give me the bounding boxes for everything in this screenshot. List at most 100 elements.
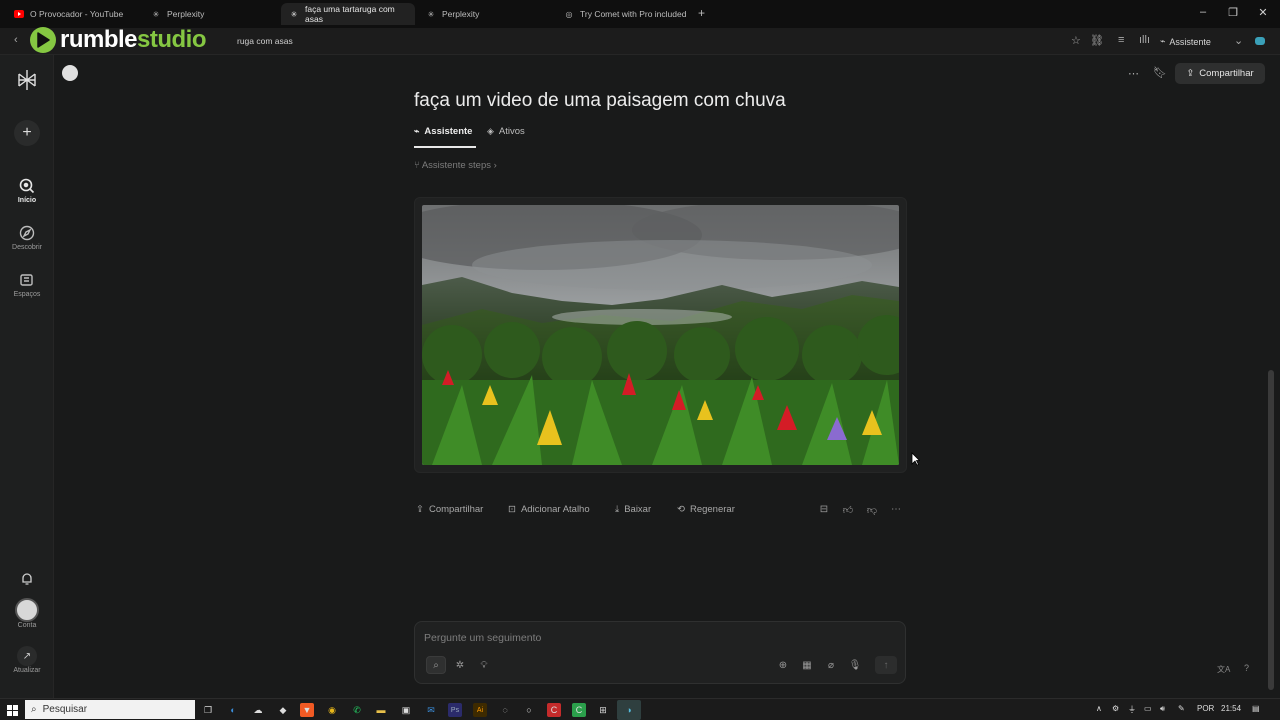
taskbar-search[interactable]: ⌕ Pesquisar bbox=[25, 700, 195, 719]
youtube-icon bbox=[14, 9, 24, 19]
chrome-icon[interactable]: ◉ bbox=[325, 703, 339, 717]
search-mode-icon[interactable]: ⌕ bbox=[426, 656, 446, 674]
tab-label: Try Comet with Pro included bbox=[580, 9, 687, 19]
rumble-play-icon bbox=[30, 27, 56, 53]
thumbs-down-icon[interactable]: 👎︎ bbox=[865, 504, 879, 516]
illustrator-icon[interactable]: Ai bbox=[473, 703, 487, 717]
photoshop-icon[interactable]: Ps bbox=[448, 703, 462, 717]
tab-perplexity-2[interactable]: ✳ Perplexity bbox=[418, 3, 554, 25]
edge-icon[interactable]: ◐ bbox=[226, 703, 240, 717]
labs-lightbulb-icon[interactable]: 💡︎ bbox=[474, 656, 494, 674]
pen-icon[interactable]: ✎ bbox=[1178, 704, 1185, 713]
perplexity-logo-icon bbox=[14, 67, 40, 93]
more-options-icon[interactable]: ⋯ bbox=[889, 504, 903, 515]
restore-icon[interactable]: ❐ bbox=[1225, 6, 1241, 19]
share-top-button[interactable]: ⇪ Compartilhar bbox=[1175, 63, 1265, 84]
audio-wave-icon[interactable]: ıllı bbox=[1139, 34, 1150, 46]
page-title: faça um video de uma paisagem com chuva bbox=[414, 90, 786, 111]
rumble-studio-watermark: rumble studio bbox=[30, 25, 207, 55]
tab-comet[interactable]: ◎ Try Comet with Pro included bbox=[556, 3, 692, 25]
bell-icon bbox=[16, 568, 38, 590]
link-icon[interactable]: ⛓ bbox=[1090, 34, 1104, 47]
download-button[interactable]: ⤓ Baixar bbox=[615, 504, 651, 515]
clock[interactable]: 21:54 bbox=[1221, 704, 1241, 713]
regenerate-button[interactable]: ⟲ Regenerar bbox=[677, 504, 735, 515]
app-icon[interactable]: ◌ bbox=[498, 703, 512, 717]
microphone-icon[interactable]: 🎙︎ bbox=[845, 656, 865, 674]
add-shortcut-button[interactable]: ⊡ Adicionar Atalho bbox=[508, 504, 590, 515]
usb-icon[interactable]: ⏚ bbox=[1128, 704, 1136, 715]
user-avatar-small[interactable] bbox=[62, 65, 78, 81]
tab-assistente[interactable]: ⌁ Assistente bbox=[414, 126, 472, 137]
help-icon[interactable]: ? bbox=[1244, 663, 1249, 673]
account-button[interactable]: Conta bbox=[0, 598, 54, 629]
store-icon[interactable]: ▣ bbox=[399, 703, 413, 717]
file-explorer-icon[interactable]: ▬ bbox=[374, 703, 388, 717]
more-options-icon[interactable]: ⋯ bbox=[1128, 67, 1139, 80]
studio-word: studio bbox=[137, 26, 207, 53]
brave-icon[interactable]: ▼ bbox=[300, 703, 314, 717]
volume-icon[interactable]: 🔊︎ bbox=[1160, 704, 1165, 714]
notifications-button[interactable] bbox=[0, 568, 54, 590]
share-button[interactable]: ⇪ Compartilhar bbox=[416, 504, 483, 515]
sidebar-item-inicio[interactable]: Início bbox=[0, 175, 54, 204]
tab-label: Perplexity bbox=[442, 9, 480, 19]
assistant-button[interactable]: ⌁ Assistente bbox=[1160, 36, 1211, 47]
assistant-steps-toggle[interactable]: ⑂ Assistente steps › bbox=[414, 160, 497, 171]
translate-icon[interactable]: 文A bbox=[1217, 664, 1230, 675]
research-mode-icon[interactable]: ✲ bbox=[450, 656, 470, 674]
tray-chevron-icon[interactable]: ∧ bbox=[1096, 704, 1102, 713]
notification-center-icon[interactable]: ▤ bbox=[1252, 704, 1260, 713]
tab-active-turtle[interactable]: ✳ faça uma tartaruga com asas bbox=[281, 3, 415, 25]
windows-start-icon[interactable] bbox=[5, 703, 19, 717]
new-tab-icon[interactable]: + bbox=[698, 6, 705, 20]
tab-youtube[interactable]: O Provocador - YouTube bbox=[6, 3, 142, 25]
model-chip-icon[interactable]: ▦ bbox=[797, 656, 817, 674]
task-view-icon[interactable]: ❐ bbox=[201, 703, 215, 717]
upgrade-button[interactable]: ↗ Atualizar bbox=[0, 645, 54, 674]
submit-arrow-icon[interactable]: ↑ bbox=[875, 656, 897, 674]
new-thread-button[interactable]: + bbox=[0, 120, 54, 146]
network-icon[interactable]: ▭ bbox=[1144, 704, 1152, 713]
star-icon[interactable]: ☆ bbox=[1071, 34, 1081, 47]
tray-icon[interactable]: ⚙ bbox=[1112, 704, 1119, 713]
account-label: Conta bbox=[17, 622, 37, 629]
thumbs-up-icon[interactable]: 👍︎ bbox=[841, 504, 855, 516]
menu-lines-icon[interactable]: ≡ bbox=[1118, 34, 1124, 46]
language-indicator[interactable]: POR bbox=[1197, 704, 1214, 713]
app-icon[interactable]: ○ bbox=[522, 703, 536, 717]
perplexity-logo-button[interactable] bbox=[0, 67, 54, 93]
sidebar-item-espacos[interactable]: Espaços bbox=[0, 269, 54, 298]
perplexity-icon: ✳ bbox=[152, 9, 160, 19]
whatsapp-icon[interactable]: ✆ bbox=[350, 703, 364, 717]
back-arrow-icon[interactable]: ‹ bbox=[14, 34, 18, 46]
app-icon[interactable]: C bbox=[572, 703, 586, 717]
close-window-icon[interactable]: ✕ bbox=[1255, 6, 1271, 19]
mail-icon[interactable]: ✉ bbox=[424, 703, 438, 717]
comet-taskbar-icon[interactable]: ◑ bbox=[617, 700, 641, 720]
app-icon[interactable]: ☁ bbox=[251, 703, 265, 717]
chevron-down-icon[interactable]: ⌄ bbox=[1234, 34, 1243, 47]
windows-taskbar: ⌕ Pesquisar ❐ ◐ ☁ ◆ ▼ ◉ ✆ ▬ ▣ ✉ Ps Ai ◌ … bbox=[0, 698, 1280, 720]
tab-perplexity-1[interactable]: ✳ Perplexity bbox=[143, 3, 279, 25]
app-icon[interactable]: C bbox=[547, 703, 561, 717]
scrollbar[interactable] bbox=[1268, 370, 1274, 690]
attach-icon[interactable]: ⌀ bbox=[821, 656, 841, 674]
app-icon[interactable]: ◆ bbox=[276, 703, 290, 717]
regenerate-icon: ⟲ bbox=[677, 504, 685, 515]
bookmark-icon[interactable]: 🔖︎ bbox=[1153, 66, 1167, 79]
minimize-icon[interactable]: – bbox=[1195, 6, 1211, 18]
tab-label: O Provocador - YouTube bbox=[30, 9, 124, 19]
url-text[interactable]: ruga com asas bbox=[237, 36, 293, 46]
shortcut-icon: ⊡ bbox=[508, 504, 516, 515]
tab-ativos[interactable]: ◈ Ativos bbox=[487, 126, 525, 137]
extension-icon[interactable] bbox=[1255, 37, 1265, 45]
copy-icon[interactable]: ⊟ bbox=[817, 504, 831, 515]
generated-video[interactable] bbox=[422, 205, 899, 465]
app-icon[interactable]: ⊞ bbox=[596, 703, 610, 717]
globe-icon[interactable]: ⊕ bbox=[773, 656, 793, 674]
mouse-cursor-icon bbox=[911, 452, 920, 466]
follow-up-input[interactable] bbox=[424, 630, 894, 646]
sidebar-item-descobrir[interactable]: Descobrir bbox=[0, 222, 54, 251]
rain-landscape-image bbox=[422, 205, 899, 465]
